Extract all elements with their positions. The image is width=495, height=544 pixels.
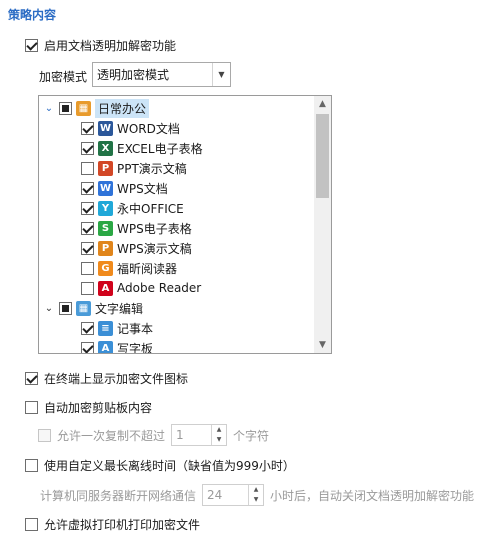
offline-detail-prefix: 计算机同服务器断开网络通信 — [40, 488, 197, 503]
tree-item-label: 永中OFFICE — [117, 201, 184, 216]
offline-time-checkbox[interactable] — [25, 459, 38, 472]
tree-item-label: 写字板 — [117, 341, 154, 354]
offline-time-label: 使用自定义最长离线时间（缺省值为999小时） — [44, 459, 295, 473]
app-tree[interactable]: ▲ ▼ ⌄ ▦ 日常办公 W WORD文档 X EXCEL电子表格 P PPT演示文稿 W WPS文… — [38, 95, 332, 354]
tree-item-checkbox[interactable] — [81, 221, 94, 235]
show-icon-option[interactable]: 在终端上显示加密文件图标 — [25, 370, 188, 387]
chevron-down-icon[interactable]: ▼ — [212, 63, 230, 86]
tree-item-label: WPS文档 — [117, 181, 168, 196]
copy-limit-value: 1 — [176, 428, 184, 442]
tree-item-label: EXCEL电子表格 — [117, 141, 203, 156]
encrypt-mode-select[interactable]: 透明加密模式 ▼ — [92, 62, 231, 87]
auto-clipboard-label: 自动加密剪贴板内容 — [44, 401, 153, 415]
tree-item-label: Adobe Reader — [117, 281, 202, 295]
copy-limit-option: 允许一次复制不超过 1 ▲ ▼ 个字符 — [38, 424, 269, 446]
offline-hours-value: 24 — [207, 488, 223, 502]
virtual-printer-option[interactable]: 允许虚拟打印机打印加密文件 — [25, 516, 200, 533]
stepper-down-icon[interactable]: ▼ — [212, 435, 226, 445]
auto-clipboard-option[interactable]: 自动加密剪贴板内容 — [25, 399, 152, 416]
tree-item[interactable]: A 写字板 — [81, 338, 154, 354]
tree-item[interactable]: A Adobe Reader — [81, 278, 201, 298]
offline-detail-row: 计算机同服务器断开网络通信 24 ▲ ▼ 小时后，自动关闭文档透明加解密功能 — [40, 484, 474, 506]
tree-item[interactable]: W WPS文档 — [81, 178, 168, 198]
tree-item-checkbox[interactable] — [81, 341, 94, 353]
tree-item[interactable]: X EXCEL电子表格 — [81, 138, 203, 158]
stepper-up-icon[interactable]: ▲ — [212, 425, 226, 435]
tree-item[interactable]: ≡ 记事本 — [81, 318, 153, 338]
notepad-icon: ≡ — [98, 320, 113, 336]
tree-item-label: WORD文档 — [117, 121, 180, 136]
wps-writer-icon: W — [98, 180, 113, 196]
show-icon-checkbox[interactable] — [25, 372, 38, 385]
tree-group[interactable]: ⌄ ▦ 日常办公 — [43, 98, 150, 118]
tree-item-checkbox[interactable] — [81, 121, 94, 135]
tree-group-checkbox[interactable] — [59, 101, 72, 115]
word-icon: W — [98, 120, 113, 136]
scroll-down-icon[interactable]: ▼ — [314, 337, 331, 353]
office-folder-icon: ▦ — [76, 100, 91, 116]
tree-item[interactable]: Y 永中OFFICE — [81, 198, 184, 218]
copy-limit-suffix: 个字符 — [233, 428, 270, 443]
scroll-thumb[interactable] — [316, 114, 329, 198]
tree-item[interactable]: W WORD文档 — [81, 118, 180, 138]
show-icon-label: 在终端上显示加密文件图标 — [44, 372, 189, 386]
tree-group-label: 文字编辑 — [95, 301, 144, 316]
offline-time-option[interactable]: 使用自定义最长离线时间（缺省值为999小时） — [25, 457, 295, 474]
section-title: 策略内容 — [8, 8, 57, 22]
tree-item-checkbox[interactable] — [81, 141, 94, 155]
excel-icon: X — [98, 140, 113, 156]
tree-item-label: WPS演示文稿 — [117, 241, 192, 256]
tree-group-checkbox[interactable] — [59, 301, 72, 315]
tree-scrollbar[interactable]: ▲ ▼ — [314, 96, 331, 353]
copy-limit-prefix: 允许一次复制不超过 — [57, 428, 166, 443]
tree-item[interactable]: P PPT演示文稿 — [81, 158, 187, 178]
adobe-reader-icon: A — [98, 280, 113, 296]
ppt-icon: P — [98, 160, 113, 176]
tree-item-checkbox[interactable] — [81, 321, 94, 335]
tree-item-label: 记事本 — [117, 321, 154, 336]
expand-chevron-icon[interactable]: ⌄ — [43, 303, 55, 314]
tree-item-checkbox[interactable] — [81, 281, 94, 295]
virtual-printer-label: 允许虚拟打印机打印加密文件 — [44, 518, 201, 532]
wordpad-icon: A — [98, 340, 113, 353]
tree-group-label: 日常办公 — [95, 98, 150, 118]
offline-detail-suffix: 小时后，自动关闭文档透明加解密功能 — [270, 488, 475, 503]
wps-sheet-icon: S — [98, 220, 113, 236]
yozo-icon: Y — [98, 200, 113, 216]
virtual-printer-checkbox[interactable] — [25, 518, 38, 531]
copy-limit-stepper[interactable]: 1 ▲ ▼ — [171, 424, 228, 446]
tree-item-checkbox[interactable] — [81, 181, 94, 195]
stepper-down-icon[interactable]: ▼ — [249, 495, 263, 505]
tree-item-label: 福昕阅读器 — [117, 261, 178, 276]
scroll-up-icon[interactable]: ▲ — [314, 96, 331, 112]
auto-clipboard-checkbox[interactable] — [25, 401, 38, 414]
enable-transparent-checkbox[interactable] — [25, 39, 38, 52]
copy-limit-checkbox[interactable] — [38, 428, 51, 442]
tree-group[interactable]: ⌄ ▦ 文字编辑 — [43, 298, 143, 318]
tree-item[interactable]: S WPS电子表格 — [81, 218, 192, 238]
enable-transparent-label: 启用文档透明加解密功能 — [44, 39, 177, 53]
enable-transparent-option[interactable]: 启用文档透明加解密功能 — [25, 37, 176, 54]
tree-item[interactable]: G 福昕阅读器 — [81, 258, 177, 278]
offline-hours-stepper[interactable]: 24 ▲ ▼ — [202, 484, 265, 506]
tree-item-checkbox[interactable] — [81, 161, 94, 175]
tree-item-label: PPT演示文稿 — [117, 161, 187, 176]
foxit-icon: G — [98, 260, 113, 276]
encrypt-mode-label: 加密模式 — [39, 70, 88, 84]
encrypt-mode-value: 透明加密模式 — [97, 68, 170, 82]
tree-item-checkbox[interactable] — [81, 261, 94, 275]
wps-present-icon: P — [98, 240, 113, 256]
stepper-up-icon[interactable]: ▲ — [249, 485, 263, 495]
text-edit-folder-icon: ▦ — [76, 300, 91, 316]
expand-chevron-icon[interactable]: ⌄ — [43, 103, 55, 114]
tree-item-label: WPS电子表格 — [117, 221, 192, 236]
tree-item[interactable]: P WPS演示文稿 — [81, 238, 192, 258]
tree-item-checkbox[interactable] — [81, 241, 94, 255]
tree-item-checkbox[interactable] — [81, 201, 94, 215]
